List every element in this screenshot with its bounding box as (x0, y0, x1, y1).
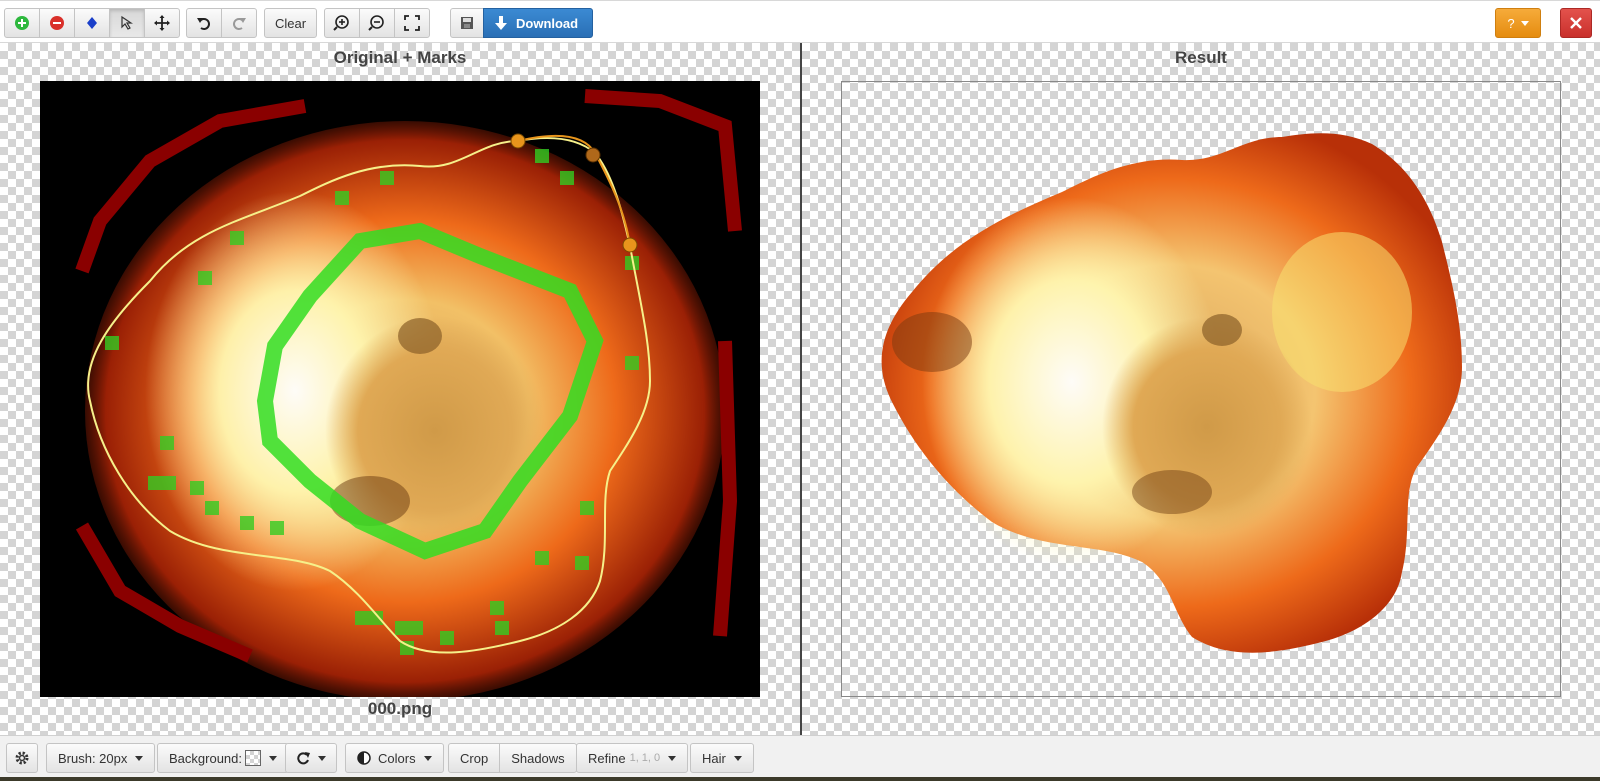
colors-dropdown[interactable]: Colors (345, 743, 444, 773)
select-tool-button[interactable] (109, 8, 145, 38)
curve-handle[interactable] (510, 133, 526, 149)
help-group: ? (1495, 8, 1541, 38)
curve-handle[interactable] (622, 237, 638, 253)
crop-button[interactable]: Crop (448, 743, 501, 773)
hair-mark-button[interactable] (74, 8, 110, 38)
refine-dropdown[interactable]: Refine 1, 1, 0 (576, 743, 689, 773)
original-image (75, 89, 742, 697)
move-icon (154, 15, 170, 31)
curve-handle[interactable] (585, 147, 601, 163)
rotate-group (285, 743, 337, 773)
zoom-in-icon (333, 15, 349, 31)
original-panel-title: Original + Marks (333, 48, 467, 67)
hair-label: Hair (702, 750, 726, 766)
redo-button[interactable] (221, 8, 257, 38)
zoom-in-button[interactable] (324, 8, 360, 38)
refine-values: 1, 1, 0 (629, 752, 661, 764)
brush-group: Brush: 20px (46, 743, 156, 773)
download-icon (495, 16, 507, 30)
chevron-down-icon (668, 755, 677, 761)
chevron-down-icon (269, 755, 277, 761)
settings-group (6, 743, 38, 773)
zoom-group (324, 8, 430, 38)
original-image-canvas[interactable] (40, 81, 760, 697)
chevron-down-icon (318, 755, 326, 761)
redo-icon (233, 18, 246, 30)
window-edge (0, 777, 1600, 781)
pointer-icon (121, 15, 133, 30)
close-button[interactable] (1560, 8, 1592, 38)
colors-group: Colors (345, 743, 444, 773)
contrast-icon (357, 751, 371, 765)
undo-icon (197, 18, 210, 30)
pan-tool-button[interactable] (144, 8, 180, 38)
result-image-frame (841, 81, 1561, 697)
save-button[interactable] (450, 8, 484, 38)
zoom-out-icon (368, 15, 384, 31)
shadows-button[interactable]: Shadows (499, 743, 577, 773)
background-swatch (245, 750, 261, 766)
background-label: Background: (169, 750, 242, 766)
rotate-dropdown[interactable] (285, 743, 337, 773)
chevron-down-icon (1520, 20, 1529, 26)
add-mark-button[interactable] (4, 8, 40, 38)
fullscreen-icon (404, 15, 420, 31)
hair-group: Hair (690, 743, 754, 773)
add-icon (15, 16, 29, 30)
top-toolbar: Clear Download ? (0, 0, 1600, 43)
download-label: Download (516, 15, 579, 31)
result-panel-title: Result (1175, 48, 1227, 67)
brush-size-label: Brush: 20px (58, 750, 128, 766)
original-panel[interactable]: Original + Marks 000.png (0, 43, 800, 735)
brush-size-dropdown[interactable]: Brush: 20px (46, 743, 156, 773)
result-panel[interactable]: Result (802, 43, 1600, 735)
zoom-out-button[interactable] (359, 8, 395, 38)
colors-label: Colors (378, 750, 416, 766)
help-label: ? (1507, 15, 1515, 31)
refine-label: Refine (588, 750, 626, 766)
mark-tools-group (4, 8, 180, 38)
close-group (1560, 8, 1592, 38)
save-icon (461, 17, 473, 29)
chevron-down-icon (135, 755, 144, 761)
chevron-down-icon (733, 755, 742, 761)
background-group: Background: (157, 743, 289, 773)
download-button[interactable]: Download (483, 8, 594, 38)
clear-group: Clear (264, 8, 318, 38)
chevron-down-icon (423, 755, 432, 761)
rotate-icon (297, 752, 310, 765)
remove-icon (50, 16, 64, 30)
close-icon (1570, 17, 1582, 29)
bottom-toolbar: Brush: 20px Background: Colors Crop Shad… (0, 735, 1600, 781)
filename-label: 000.png (367, 699, 433, 718)
undo-button[interactable] (186, 8, 222, 38)
background-dropdown[interactable]: Background: (157, 743, 289, 773)
help-menu-button[interactable]: ? (1495, 8, 1541, 38)
diamond-icon (87, 17, 97, 29)
result-image (881, 133, 1462, 653)
refine-group: Refine 1, 1, 0 (576, 743, 689, 773)
history-group (186, 8, 257, 38)
fit-screen-button[interactable] (394, 8, 430, 38)
save-group: Download (450, 8, 594, 38)
gear-icon (15, 751, 29, 765)
crop-shadows-group: Crop Shadows (448, 743, 577, 773)
clear-button[interactable]: Clear (264, 8, 318, 38)
hair-dropdown[interactable]: Hair (690, 743, 754, 773)
remove-mark-button[interactable] (39, 8, 75, 38)
settings-button[interactable] (6, 743, 38, 773)
